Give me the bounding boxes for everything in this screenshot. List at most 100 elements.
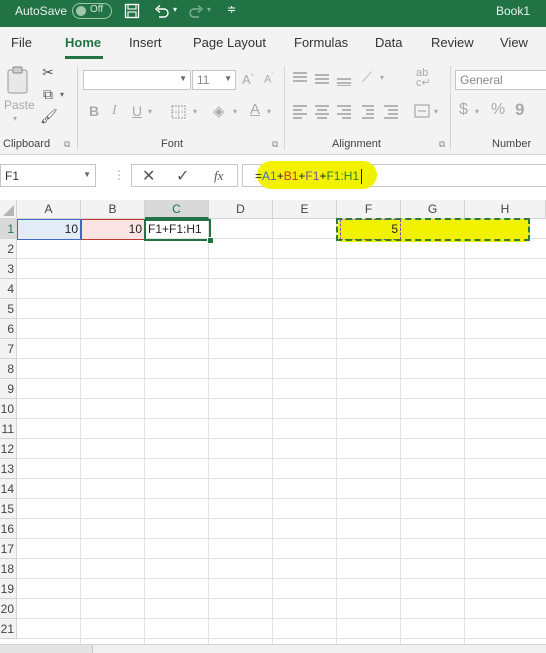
row-header-1[interactable]: 1: [0, 219, 17, 239]
font-group-label: Font: [161, 138, 184, 150]
toggle-knob: [76, 6, 86, 16]
copy-dropdown-icon[interactable]: ▾: [60, 90, 64, 99]
gridline: [17, 538, 546, 539]
underline-button[interactable]: U: [132, 103, 142, 119]
select-all-corner[interactable]: [0, 200, 17, 219]
alignment-launcher-icon[interactable]: ⧉: [439, 139, 445, 150]
fill-color-dropdown-icon[interactable]: ▾: [233, 107, 237, 116]
horizontal-align-icons: [293, 105, 398, 119]
paste-label[interactable]: Paste: [4, 98, 35, 112]
row-header-10[interactable]: 10: [0, 399, 17, 419]
row-header-7[interactable]: 7: [0, 339, 17, 359]
separator: [450, 66, 451, 150]
cell-c1[interactable]: F1+F1:H1: [145, 220, 215, 239]
row-header-21[interactable]: 21: [0, 619, 17, 639]
column-header-b[interactable]: B: [81, 200, 145, 219]
formula-bar-grip-icon: ⋮: [113, 168, 125, 182]
row-header-5[interactable]: 5: [0, 299, 17, 319]
row-header-9[interactable]: 9: [0, 379, 17, 399]
cancel-icon[interactable]: ✕: [142, 166, 155, 186]
font-size-combo[interactable]: 11 ▼: [192, 70, 236, 90]
row-header-13[interactable]: 13: [0, 459, 17, 479]
tab-home[interactable]: Home: [65, 35, 101, 50]
borders-icon[interactable]: [170, 104, 188, 120]
number-format-combo[interactable]: General: [455, 70, 546, 90]
row-header-3[interactable]: 3: [0, 259, 17, 279]
row-header-8[interactable]: 8: [0, 359, 17, 379]
row-header-16[interactable]: 16: [0, 519, 17, 539]
title-bar: AutoSave Off ▾ ▾ ≑ Book1: [0, 0, 546, 27]
merge-dropdown-icon[interactable]: ▾: [434, 107, 438, 116]
grow-font-icon[interactable]: A^: [242, 72, 254, 87]
row-header-20[interactable]: 20: [0, 599, 17, 619]
cell-f1[interactable]: 5: [337, 220, 401, 239]
save-icon[interactable]: [124, 3, 140, 19]
row-header-14[interactable]: 14: [0, 479, 17, 499]
percent-icon[interactable]: %: [491, 101, 505, 119]
column-header-g[interactable]: G: [401, 200, 465, 219]
gridline: [17, 458, 546, 459]
formula-input[interactable]: =A1+B1+F1+F1:H1: [242, 161, 546, 189]
row-header-11[interactable]: 11: [0, 419, 17, 439]
cell-b1[interactable]: 10: [81, 220, 145, 239]
copy-icon[interactable]: ⧉: [40, 86, 56, 103]
tab-formulas[interactable]: Formulas: [294, 35, 348, 50]
tab-insert[interactable]: Insert: [129, 35, 162, 50]
column-header-f[interactable]: F: [337, 200, 401, 219]
formula-part: F1:H1: [326, 169, 360, 183]
cut-icon[interactable]: ✂: [40, 64, 56, 81]
clipboard-launcher-icon[interactable]: ⧉: [64, 139, 70, 150]
paste-icon[interactable]: [5, 65, 33, 95]
row-header-18[interactable]: 18: [0, 559, 17, 579]
tab-data[interactable]: Data: [375, 35, 402, 50]
tab-page-layout[interactable]: Page Layout: [193, 35, 266, 50]
format-painter-icon[interactable]: 🖌: [40, 108, 58, 125]
redo-icon[interactable]: [187, 3, 205, 19]
borders-dropdown-icon[interactable]: ▾: [193, 107, 197, 116]
row-header-15[interactable]: 15: [0, 499, 17, 519]
merge-center-icon[interactable]: [414, 104, 430, 118]
tab-file[interactable]: File: [11, 35, 32, 50]
font-color-icon[interactable]: A: [250, 101, 260, 118]
orientation-icon[interactable]: ⟋: [362, 69, 372, 86]
autosave-state: Off: [90, 4, 104, 15]
shrink-font-icon[interactable]: Aˇ: [264, 73, 274, 86]
wrap-text-icon[interactable]: ab c↵: [416, 68, 431, 89]
undo-dropdown-icon[interactable]: ▾: [173, 5, 177, 14]
name-box[interactable]: F1 ▼: [0, 164, 96, 187]
insert-function-icon[interactable]: fx: [214, 168, 223, 184]
column-header-d[interactable]: D: [209, 200, 273, 219]
formula-part: +: [276, 169, 284, 183]
font-name-combo[interactable]: ▼: [83, 70, 191, 90]
comma-style-icon[interactable]: 9: [515, 100, 524, 120]
currency-dropdown-icon[interactable]: ▾: [475, 107, 479, 116]
tab-review[interactable]: Review: [431, 35, 474, 50]
font-color-dropdown-icon[interactable]: ▾: [267, 107, 271, 116]
undo-icon[interactable]: [153, 3, 171, 19]
currency-icon[interactable]: $: [459, 101, 468, 119]
column-header-a[interactable]: A: [17, 200, 81, 219]
bold-button[interactable]: B: [89, 103, 99, 119]
row-header-19[interactable]: 19: [0, 579, 17, 599]
paste-dropdown-icon[interactable]: ▾: [13, 114, 17, 123]
clipboard-group-label: Clipboard: [3, 138, 51, 150]
orientation-dropdown-icon[interactable]: ▾: [380, 73, 384, 82]
autosave-toggle[interactable]: Off: [72, 3, 112, 19]
row-header-12[interactable]: 12: [0, 439, 17, 459]
cell-a1[interactable]: 10: [17, 220, 81, 239]
column-header-c[interactable]: C: [145, 200, 209, 219]
column-header-h[interactable]: H: [465, 200, 546, 219]
fill-color-icon[interactable]: ◈: [213, 102, 225, 120]
underline-dropdown-icon[interactable]: ▾: [148, 107, 152, 116]
row-header-2[interactable]: 2: [0, 239, 17, 259]
column-header-e[interactable]: E: [273, 200, 337, 219]
tab-view[interactable]: View: [500, 35, 528, 50]
enter-icon[interactable]: ✓: [176, 166, 189, 186]
italic-button[interactable]: I: [112, 103, 117, 119]
customize-qat-icon[interactable]: ≑: [227, 3, 236, 16]
font-launcher-icon[interactable]: ⧉: [272, 139, 278, 150]
row-header-4[interactable]: 4: [0, 279, 17, 299]
redo-dropdown-icon[interactable]: ▾: [207, 5, 211, 14]
row-header-17[interactable]: 17: [0, 539, 17, 559]
row-header-6[interactable]: 6: [0, 319, 17, 339]
